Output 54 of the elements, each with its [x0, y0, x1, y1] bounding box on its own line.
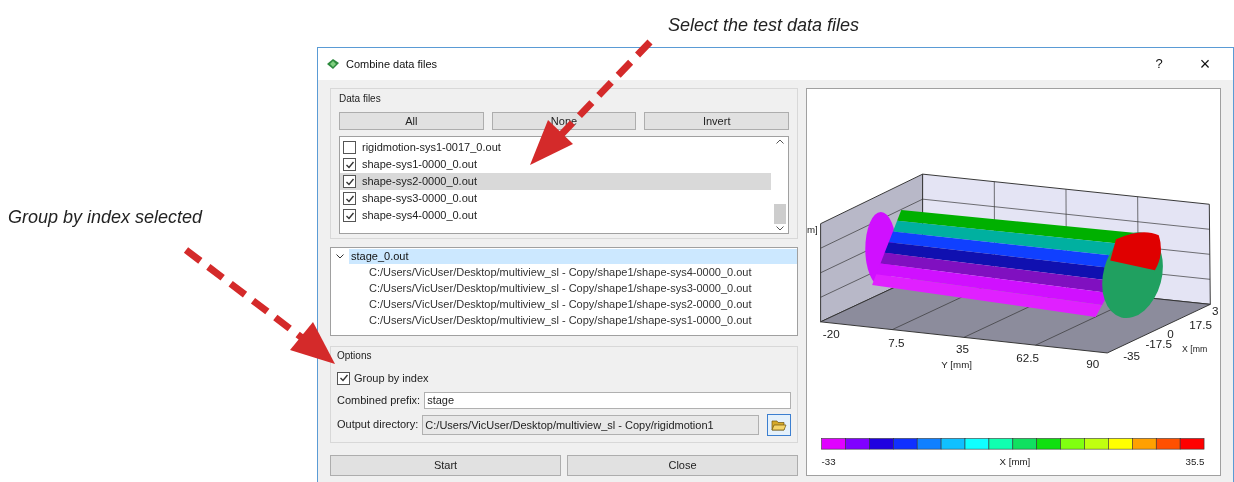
chevron-icon: [336, 254, 344, 259]
scroll-down-icon: [775, 226, 784, 231]
annotation-text: Select the test data files: [668, 14, 860, 37]
dialog-button[interactable]: Start: [330, 455, 561, 476]
group-title: Data files: [339, 92, 382, 106]
file-list-item[interactable]: shape-sys3-0000_0.out: [340, 190, 771, 207]
dialog-button[interactable]: All: [339, 112, 484, 130]
checkbox[interactable]: [343, 175, 356, 188]
tree-item[interactable]: C:/Users/VicUser/Desktop/multiview_sl - Copy/shape1/shape-sys1-0000_0.out: [331, 312, 797, 328]
tick-label: -20: [822, 327, 840, 341]
axis-label: m]: [807, 224, 818, 236]
tick-label: 90: [1086, 356, 1100, 370]
input-field[interactable]: C:/Users/VicUser/Desktop/multiview_sl - Copy/rigidmotion1: [422, 414, 759, 435]
checkbox-label: Group by index: [354, 371, 429, 386]
dialog-button[interactable]: Invert: [644, 112, 789, 130]
file-list-item[interactable]: shape-sys4-0000_0.out: [340, 207, 771, 224]
file-list-item[interactable]: shape-sys2-0000_0.out: [340, 173, 771, 190]
file-list-item[interactable]: rigidmotion-sys1-0017_0.out: [340, 139, 771, 156]
scroll-up-icon: [775, 139, 784, 144]
tick-label: 17.5: [1189, 317, 1212, 331]
dialog-button[interactable]: Close: [567, 455, 798, 476]
help-button[interactable]: ?: [1139, 54, 1179, 74]
input-field[interactable]: stage: [424, 391, 791, 409]
checkbox[interactable]: [343, 192, 356, 205]
field-label: Combined prefix:: [337, 392, 421, 408]
scale-min-label: -33: [821, 455, 836, 467]
group-title: Options: [337, 349, 373, 363]
dialog-button[interactable]: None: [491, 112, 637, 130]
checkbox[interactable]: [343, 158, 356, 171]
folder-icon: [771, 418, 787, 431]
scale-max-label: 35.5: [1185, 455, 1205, 467]
checkbox[interactable]: [337, 371, 350, 385]
checkbox[interactable]: [343, 141, 356, 154]
close-button[interactable]: ×: [1185, 50, 1225, 78]
scrollbar-thumb[interactable]: [773, 204, 786, 224]
tick-label: 35: [956, 341, 969, 355]
annotation-text: Group by index selected: [8, 206, 203, 229]
axis-label: Y [mm]: [941, 358, 972, 370]
tree-item[interactable]: C:/Users/VicUser/Desktop/multiview_sl - Copy/shape1/shape-sys4-0000_0.out: [331, 264, 797, 280]
scrollbar[interactable]: [771, 137, 788, 233]
field-label: Output directory:: [337, 417, 419, 433]
tree-item[interactable]: C:/Users/VicUser/Desktop/multiview_sl - Copy/shape1/shape-sys2-0000_0.out: [331, 296, 797, 312]
browse-folder-button[interactable]: [767, 413, 791, 436]
tick-label: 62.5: [1016, 350, 1039, 364]
window-title: Combine data files: [346, 56, 438, 72]
axis-label: X [mm: [1182, 343, 1208, 354]
tree-item[interactable]: C:/Users/VicUser/Desktop/multiview_sl - Copy/shape1/shape-sys3-0000_0.out: [331, 280, 797, 296]
scale-label: X [mm]: [999, 455, 1031, 467]
tick-label: 7.5: [888, 336, 905, 350]
file-list-item[interactable]: shape-sys1-0000_0.out: [340, 156, 771, 173]
app-icon: [326, 58, 340, 70]
tick-label: -35: [1123, 348, 1140, 362]
checkbox[interactable]: [343, 209, 356, 222]
tick-label: 3: [1211, 304, 1219, 318]
